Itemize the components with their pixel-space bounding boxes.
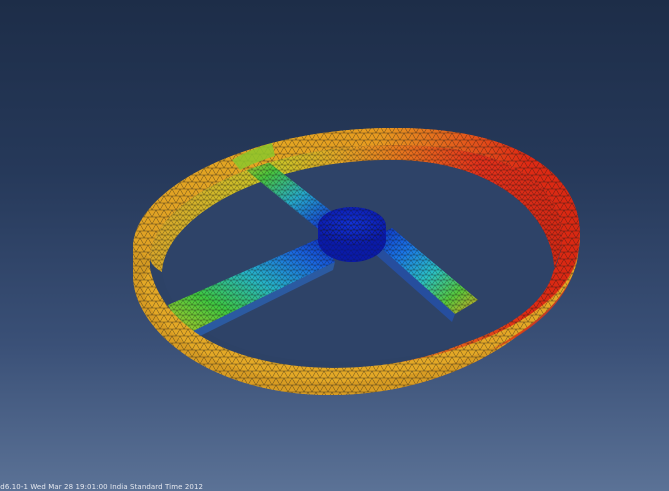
viewport-status-line: vid6.10-1 Wed Mar 28 19:01:00 India Stan… — [0, 483, 204, 491]
steering-wheel-mesh-model[interactable] — [0, 0, 669, 491]
hub — [318, 207, 386, 262]
fea-viewport[interactable]: vid6.10-1 Wed Mar 28 19:01:00 India Stan… — [0, 0, 669, 491]
